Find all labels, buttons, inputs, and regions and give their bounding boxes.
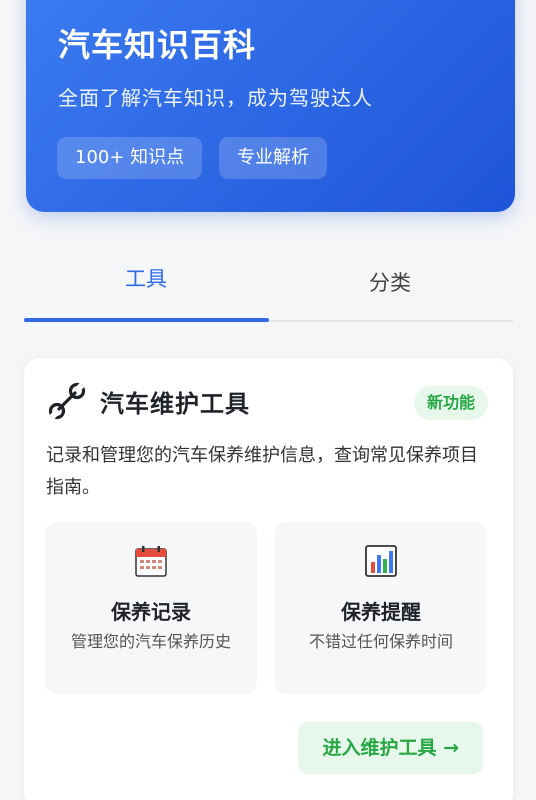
maintenance-records-title: 保养记录 [111, 600, 191, 624]
hero-subtitle: 全面了解汽车知识，成为驾驶达人 [58, 86, 373, 110]
hero-banner: 汽车知识百科 全面了解汽车知识，成为驾驶达人 100+ 知识点 专业解析 [26, 0, 515, 212]
maintenance-tool-card: 汽车维护工具 新功能 记录和管理您的汽车保养维护信息，查询常见保养项目指南。 保… [24, 358, 513, 800]
knowledge-count-chip: 100+ 知识点 [57, 137, 203, 179]
card-title: 汽车维护工具 [100, 390, 250, 418]
card-description: 记录和管理您的汽车保养维护信息，查询常见保养项目指南。 [46, 445, 478, 498]
tab-bar: 工具 分类 [24, 248, 513, 322]
bar-chart-icon [365, 545, 397, 577]
maintenance-records-description: 管理您的汽车保养历史 [70, 632, 231, 651]
calendar-icon [135, 546, 167, 577]
maintenance-records-feature[interactable]: 保养记录 管理您的汽车保养历史 [45, 522, 257, 694]
active-tab-indicator [24, 318, 269, 322]
maintenance-reminder-title: 保养提醒 [341, 600, 421, 624]
maintenance-reminder-feature[interactable]: 保养提醒 不错过任何保养时间 [275, 522, 487, 694]
new-feature-badge: 新功能 [413, 386, 488, 420]
tab-tools[interactable]: 工具 [24, 248, 268, 320]
wrench-icon [48, 382, 86, 420]
tab-categories[interactable]: 分类 [268, 248, 512, 320]
enter-maintenance-tool-button[interactable]: 进入维护工具 → [298, 722, 483, 774]
hero-title: 汽车知识百科 [58, 26, 257, 64]
expert-analysis-chip: 专业解析 [219, 137, 327, 179]
maintenance-reminder-description: 不错过任何保养时间 [308, 632, 453, 651]
